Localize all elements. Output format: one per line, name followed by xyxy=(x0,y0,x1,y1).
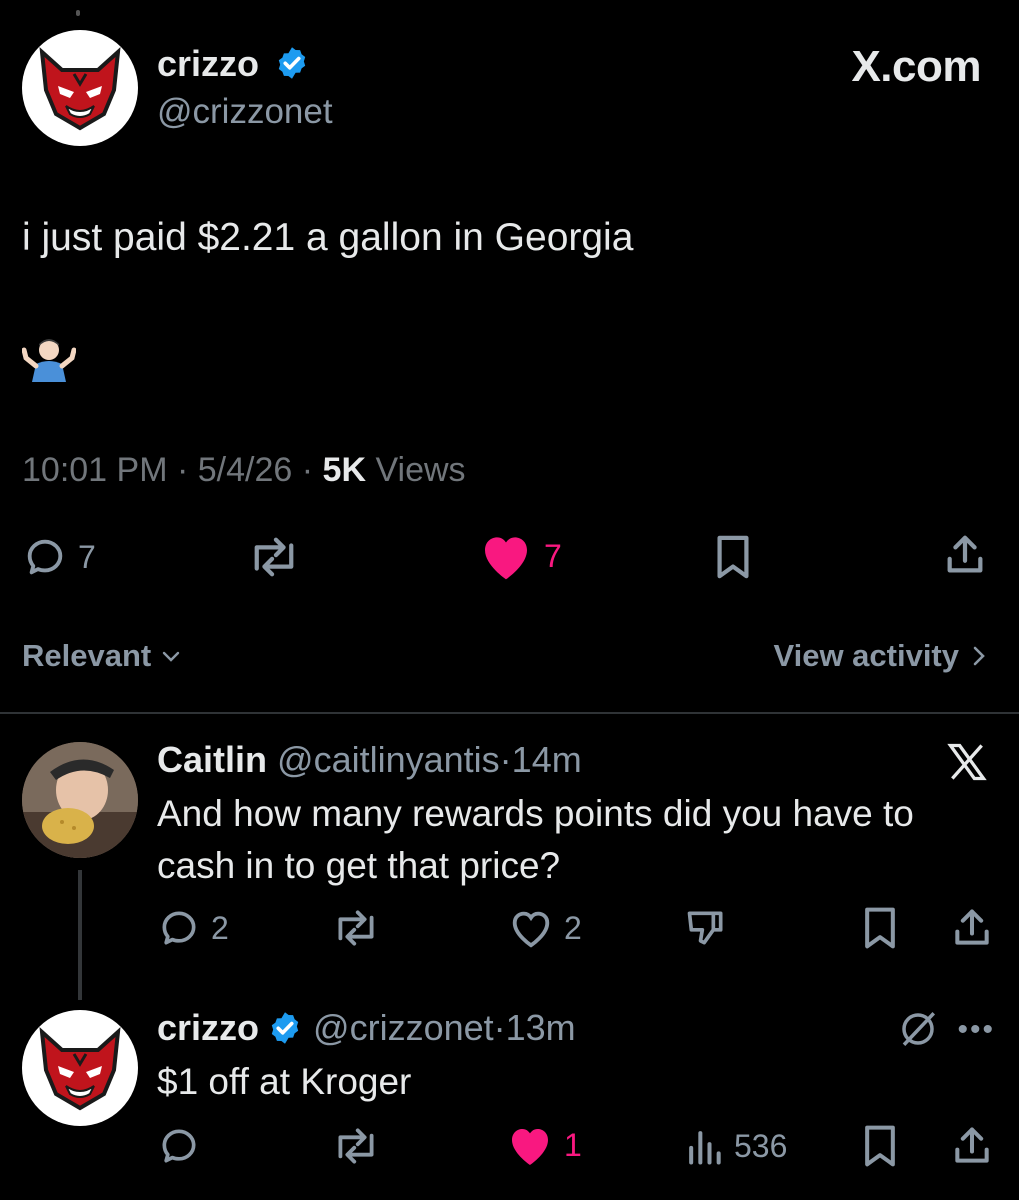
share-button[interactable] xyxy=(950,906,994,950)
author-handle[interactable]: @crizzonet xyxy=(157,92,333,132)
x-logo-icon[interactable] xyxy=(945,740,989,784)
verified-badge-icon xyxy=(278,47,306,79)
bookmark-icon xyxy=(865,1125,895,1167)
reply-button[interactable] xyxy=(157,1124,201,1168)
reply-icon xyxy=(162,911,196,945)
share-button[interactable] xyxy=(942,532,988,578)
bookmark-icon xyxy=(865,907,895,949)
reply-icon xyxy=(162,1129,196,1163)
reply-author-handle[interactable]: @caitlinyantis xyxy=(277,739,500,780)
reply-count: 2 xyxy=(211,909,229,946)
repost-button[interactable] xyxy=(244,534,304,580)
reply-text: $1 off at Kroger xyxy=(157,1061,412,1102)
reply-button[interactable]: 7 xyxy=(22,534,96,580)
heart-filled-icon xyxy=(485,537,527,580)
reply-author-name[interactable]: crizzo xyxy=(157,1006,259,1050)
repost-icon xyxy=(254,537,294,577)
reply-button[interactable]: 2 xyxy=(157,906,229,950)
reply-age: 13m xyxy=(505,1007,576,1048)
like-count: 1 xyxy=(564,1126,582,1163)
share-button[interactable] xyxy=(950,1124,994,1168)
author-name[interactable]: crizzo xyxy=(157,44,259,84)
reply-header: crizzo @crizzonet · 13m xyxy=(157,1006,576,1050)
tweet-text: i just paid $2.21 a gallon in Georgia xyxy=(22,216,634,259)
view-count: 536 xyxy=(734,1127,788,1164)
view-activity-label: View activity xyxy=(773,638,959,673)
like-count: 2 xyxy=(564,909,582,946)
reply-text: And how many rewards points did you have… xyxy=(157,793,914,886)
bookmark-button[interactable] xyxy=(860,1124,900,1168)
avatar[interactable] xyxy=(22,742,138,858)
divider xyxy=(0,712,1019,714)
like-count: 7 xyxy=(544,537,562,574)
downvote-button[interactable] xyxy=(684,906,728,950)
profile-photo-icon xyxy=(22,742,138,858)
heart-filled-icon xyxy=(512,1129,548,1165)
repost-button[interactable] xyxy=(330,1124,382,1168)
more-options-icon[interactable]: ••• xyxy=(957,1015,995,1045)
like-button[interactable]: 7 xyxy=(478,530,562,582)
view-activity-link[interactable]: View activity xyxy=(773,636,989,676)
shrug-icon xyxy=(21,339,77,382)
top-indicator xyxy=(76,10,80,16)
sort-label: Relevant xyxy=(22,638,152,673)
sort-dropdown[interactable]: Relevant xyxy=(22,636,183,676)
tweet-date: 5/4/26 xyxy=(197,451,293,489)
share-icon xyxy=(947,535,983,573)
reply-age: 14m xyxy=(511,739,582,780)
avatar[interactable] xyxy=(22,1010,138,1126)
reply-count: 7 xyxy=(78,538,96,575)
views-button[interactable]: 536 xyxy=(684,1124,787,1168)
reply-icon xyxy=(27,539,63,575)
verified-badge-icon xyxy=(271,1012,299,1044)
share-icon xyxy=(955,909,989,945)
bookmark-button[interactable] xyxy=(712,534,754,580)
like-button[interactable]: 1 xyxy=(506,1122,582,1168)
bookmark-button[interactable] xyxy=(860,906,900,950)
share-icon xyxy=(955,1127,989,1163)
devil-logo-icon xyxy=(39,1027,121,1111)
thumbs-down-icon xyxy=(687,911,723,945)
chevron-right-icon xyxy=(973,646,985,666)
devil-logo-icon xyxy=(39,47,121,131)
repost-icon xyxy=(338,910,374,946)
analytics-icon xyxy=(689,1131,721,1165)
repost-icon xyxy=(338,1128,374,1164)
shrug-emoji xyxy=(21,336,77,384)
tweet-meta: 10:01 PM · 5/4/26 · 5K Views xyxy=(22,451,466,489)
brand-label: X.com xyxy=(851,42,981,91)
grok-icon[interactable] xyxy=(897,1008,939,1050)
heart-icon xyxy=(512,911,550,948)
reply-header: Caitlin @caitlinyantis·14m xyxy=(157,738,582,782)
repost-button[interactable] xyxy=(330,906,382,950)
tweet-time: 10:01 PM xyxy=(22,451,168,489)
reply-separator: · xyxy=(499,739,512,780)
bookmark-icon xyxy=(717,535,749,579)
thread-line xyxy=(78,870,82,1000)
avatar[interactable] xyxy=(22,30,138,146)
chevron-down-icon xyxy=(163,651,180,662)
reply-author-name[interactable]: Caitlin xyxy=(157,739,267,780)
like-button[interactable]: 2 xyxy=(508,906,582,950)
views-label: Views xyxy=(375,451,466,489)
views-count: 5K xyxy=(322,451,366,489)
reply-author-handle[interactable]: @crizzonet xyxy=(313,1006,494,1050)
reply-separator: · xyxy=(493,1007,506,1048)
